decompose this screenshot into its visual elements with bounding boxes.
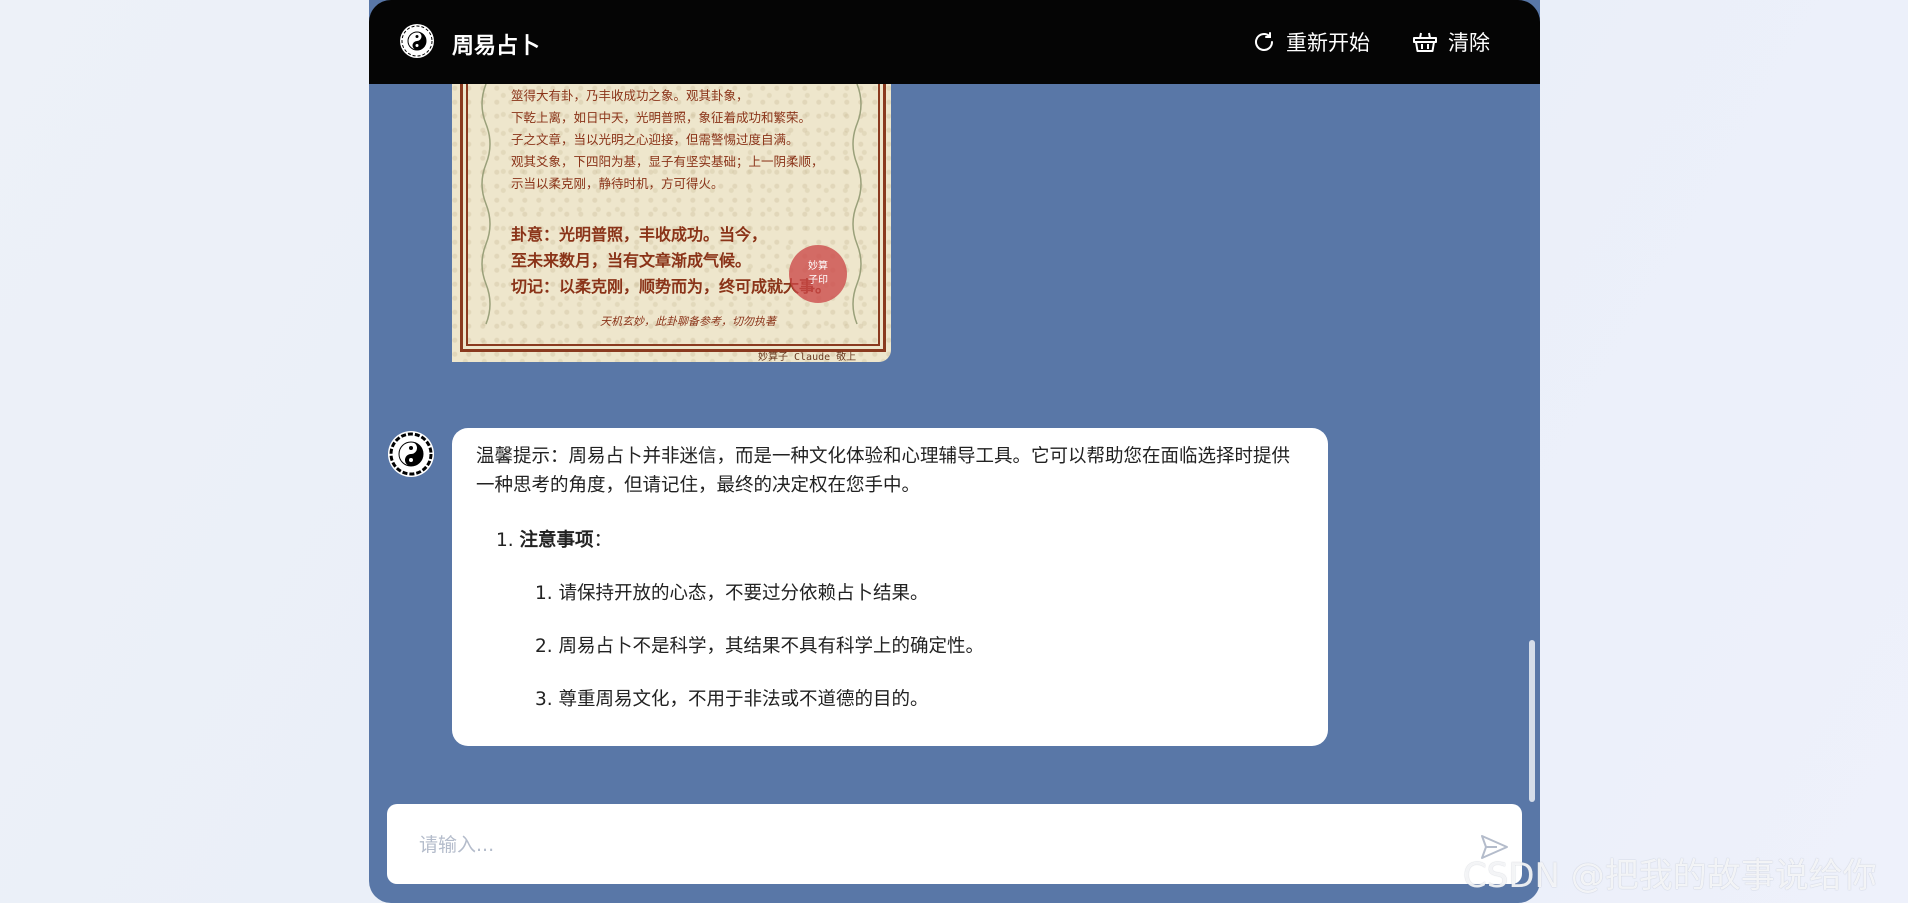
app-title: 周易占卜	[452, 34, 541, 59]
message-intro: 温馨提示：周易占卜并非迷信，而是一种文化体验和心理辅导工具。它可以帮助您在面临选…	[476, 446, 1291, 496]
input-area	[387, 804, 1522, 884]
red-seal-stamp: 妙算 子印	[789, 245, 847, 303]
list-item: 2. 周易占卜不是科学，其结果不具有科学上的确定性。	[535, 636, 985, 657]
paper-text-line: 观其爻象，下四阳为基，显子有坚实基础；上一阴柔顺，	[511, 154, 824, 169]
message-input[interactable]	[417, 826, 1421, 864]
paper-text-line: 示当以柔克刚，静待时机，方可得火。	[511, 176, 724, 191]
paper-bold-line: 至未来数月，当有文章渐成气候。	[511, 251, 752, 270]
paper-bold-line: 切记：以柔克刚，顺势而为，终可成就大事。	[511, 277, 832, 296]
notice-heading: 1. 注意事项：	[496, 526, 612, 552]
paper-text-line: 筮得大有卦，乃丰收成功之象。观其卦象，	[511, 88, 749, 103]
scrollbar-thumb[interactable]	[1529, 640, 1535, 802]
restart-label: 重新开始	[1286, 31, 1370, 55]
refresh-icon	[1255, 32, 1273, 51]
paper-bold-line: 卦意：光明普照，丰收成功。当今，	[511, 225, 768, 244]
list-item: 3. 尊重周易文化，不用于非法或不道德的目的。	[535, 689, 929, 710]
list-item: 1. 请保持开放的心态，不要过分依赖占卜结果。	[535, 583, 929, 604]
restart-button[interactable]: 重新开始	[1252, 24, 1370, 60]
basket-icon	[1413, 32, 1437, 52]
assistant-avatar-icon	[388, 431, 434, 477]
seal-text: 子印	[808, 275, 828, 286]
paper-text-line: 下乾上离，如日中天，光明普照，象征着成功和繁荣。	[511, 110, 812, 125]
paper-signature: 妙算子 Claude 敬上	[758, 352, 857, 362]
heading-suffix: ：	[593, 530, 613, 551]
top-bar: 周易占卜 重新开始 清除	[369, 0, 1540, 84]
divination-result-image: 筮得大有卦，乃丰收成功之象。观其卦象， 下乾上离，如日中天，光明普照，象征着成功…	[452, 84, 891, 362]
watermark: CSDN @把我的故事说给你	[1463, 856, 1877, 896]
taiji-bagua-icon	[400, 24, 434, 58]
clear-label: 清除	[1448, 31, 1490, 55]
clear-button[interactable]: 清除	[1412, 24, 1490, 60]
seal-text: 妙算	[808, 261, 828, 272]
paper-text-line: 子之文章，当以光明之心迎接，但需警惕过度自满。	[511, 132, 799, 147]
heading-number: 1.	[496, 530, 514, 551]
chat-app: 周易占卜 重新开始 清除 筮得大有卦，乃丰收成功之象。观其卦象， 下乾上离，如日…	[369, 0, 1540, 903]
heading-text: 注意事项	[519, 530, 594, 551]
paper-footer-note: 天机玄妙，此卦聊备参考，切勿执著	[600, 315, 776, 328]
assistant-message-bubble: 温馨提示：周易占卜并非迷信，而是一种文化体验和心理辅导工具。它可以帮助您在面临选…	[452, 428, 1328, 746]
